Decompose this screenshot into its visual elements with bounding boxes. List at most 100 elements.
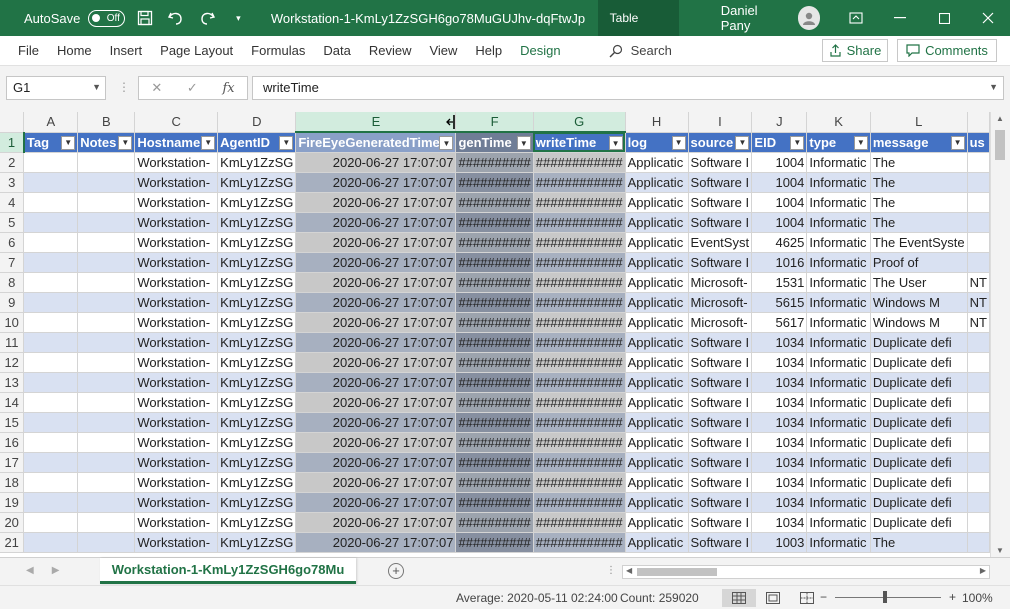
cell-notes[interactable] xyxy=(77,332,136,353)
cell-eid[interactable]: 1034 xyxy=(751,392,808,413)
row-header[interactable]: 18 xyxy=(0,472,25,493)
horizontal-scrollbar[interactable]: ◀ ▶ xyxy=(622,565,990,579)
cell-writetime[interactable]: ############ xyxy=(533,192,626,213)
filter-dropdown-icon[interactable]: ▼ xyxy=(516,136,531,150)
cell-agentid[interactable]: KmLy1ZzSG xyxy=(217,512,297,533)
normal-view-icon[interactable] xyxy=(722,589,756,607)
cell-type[interactable]: Informatic xyxy=(806,172,871,193)
cell-tag[interactable] xyxy=(23,252,79,273)
cell-hostname[interactable]: Workstation- xyxy=(134,452,219,473)
cell-fireeye-generated-time[interactable]: 2020-06-27 17:07:07 xyxy=(295,332,457,353)
cell-type[interactable]: Informatic xyxy=(806,532,871,553)
cell-message[interactable]: The xyxy=(870,192,968,213)
cell-fireeye-generated-time[interactable]: 2020-06-27 17:07:07 xyxy=(295,432,457,453)
cell-tag[interactable] xyxy=(23,492,79,513)
cell-source[interactable]: Software I xyxy=(688,512,753,533)
cell-eid[interactable]: 5615 xyxy=(751,292,808,313)
cell-eid[interactable]: 1034 xyxy=(751,452,808,473)
cell-fireeye-generated-time[interactable]: 2020-06-27 17:07:07 xyxy=(295,212,457,233)
filter-dropdown-icon[interactable]: ▼ xyxy=(735,135,750,150)
cell-agentid[interactable]: KmLy1ZzSG xyxy=(217,312,297,333)
cell-eid[interactable]: 1034 xyxy=(751,512,808,533)
cell-source[interactable]: Software I xyxy=(688,352,753,373)
cell-type[interactable]: Informatic xyxy=(806,292,871,313)
table-header-cell[interactable]: log ▼ xyxy=(625,132,689,153)
cell-user[interactable] xyxy=(967,532,990,553)
cell-log[interactable]: Applicatic xyxy=(625,292,689,313)
cell-eid[interactable]: 1004 xyxy=(751,152,808,173)
cell-message[interactable]: Duplicate defi xyxy=(870,392,968,413)
cell-writetime[interactable]: ############ xyxy=(533,252,626,273)
expand-formula-bar-icon[interactable]: ▼ xyxy=(989,82,998,92)
cell-user[interactable] xyxy=(967,512,990,533)
cell-gentime[interactable]: ########## xyxy=(455,272,534,293)
cell-tag[interactable] xyxy=(23,152,79,173)
cell-message[interactable]: Duplicate defi xyxy=(870,352,968,373)
filter-dropdown-icon[interactable]: ▼ xyxy=(279,135,294,150)
cell-source[interactable]: Microsoft- xyxy=(688,272,753,293)
undo-icon[interactable] xyxy=(166,7,187,29)
cell-agentid[interactable]: KmLy1ZzSG xyxy=(217,172,297,193)
cell-gentime[interactable]: ########## xyxy=(455,232,534,253)
cell-type[interactable]: Informatic xyxy=(806,412,871,433)
cell-gentime[interactable]: ########## xyxy=(455,452,534,473)
cell-source[interactable]: Software I xyxy=(688,332,753,353)
vertical-scrollbar[interactable]: ▲ ▼ xyxy=(990,112,1010,557)
cell-log[interactable]: Applicatic xyxy=(625,152,689,173)
cell-writetime[interactable]: ############ xyxy=(533,312,626,333)
cell-type[interactable]: Informatic xyxy=(806,152,871,173)
cell-type[interactable]: Informatic xyxy=(806,392,871,413)
more-options-icon[interactable]: ⋮ xyxy=(118,80,130,94)
cell-source[interactable]: Software I xyxy=(688,152,753,173)
cell-tag[interactable] xyxy=(23,272,79,293)
row-header[interactable]: 1 xyxy=(0,132,25,153)
cell-hostname[interactable]: Workstation- xyxy=(134,192,219,213)
cell-user[interactable]: NT xyxy=(967,312,990,333)
cell-tag[interactable] xyxy=(23,392,79,413)
cell-type[interactable]: Informatic xyxy=(806,492,871,513)
cell-notes[interactable] xyxy=(77,392,136,413)
cell-type[interactable]: Informatic xyxy=(806,432,871,453)
share-button[interactable]: Share xyxy=(822,39,888,62)
cell-user[interactable] xyxy=(967,412,990,433)
row-header[interactable]: 10 xyxy=(0,312,25,333)
table-header-cell[interactable]: genTime ▼ xyxy=(455,132,534,153)
cell-tag[interactable] xyxy=(23,212,79,233)
cell-tag[interactable] xyxy=(23,412,79,433)
page-break-view-icon[interactable] xyxy=(790,589,824,607)
cell-hostname[interactable]: Workstation- xyxy=(134,392,219,413)
cell-type[interactable]: Informatic xyxy=(806,232,871,253)
cell-user[interactable] xyxy=(967,332,990,353)
cell-type[interactable]: Informatic xyxy=(806,452,871,473)
cell-writetime[interactable]: ############ xyxy=(533,152,626,173)
row-header[interactable]: 5 xyxy=(0,212,25,233)
cell-type[interactable]: Informatic xyxy=(806,272,871,293)
cell-hostname[interactable]: Workstation- xyxy=(134,172,219,193)
cell-notes[interactable] xyxy=(77,492,136,513)
cell-tag[interactable] xyxy=(23,292,79,313)
cell-hostname[interactable]: Workstation- xyxy=(134,212,219,233)
cell-hostname[interactable]: Workstation- xyxy=(134,152,219,173)
cell-hostname[interactable]: Workstation- xyxy=(134,472,219,493)
cell-hostname[interactable]: Workstation- xyxy=(134,372,219,393)
cell-user[interactable] xyxy=(967,352,990,373)
cell-eid[interactable]: 4625 xyxy=(751,232,808,253)
cell-log[interactable]: Applicatic xyxy=(625,252,689,273)
cell-gentime[interactable]: ########## xyxy=(455,332,534,353)
filter-dropdown-icon[interactable]: ▼ xyxy=(853,135,868,150)
cell-message[interactable]: Duplicate defi xyxy=(870,472,968,493)
cell-fireeye-generated-time[interactable]: 2020-06-27 17:07:07 xyxy=(295,512,457,533)
cell-message[interactable]: The xyxy=(870,532,968,553)
cell-hostname[interactable]: Workstation- xyxy=(134,332,219,353)
column-header-k[interactable]: K xyxy=(806,112,871,133)
cell-log[interactable]: Applicatic xyxy=(625,172,689,193)
cell-eid[interactable]: 1034 xyxy=(751,332,808,353)
cell-source[interactable]: Software I xyxy=(688,212,753,233)
cell-fireeye-generated-time[interactable]: 2020-06-27 17:07:07 xyxy=(295,412,457,433)
cell-user[interactable] xyxy=(967,492,990,513)
cell-fireeye-generated-time[interactable]: 2020-06-27 17:07:07 xyxy=(295,172,457,193)
cell-writetime[interactable]: ############ xyxy=(533,452,626,473)
cell-type[interactable]: Informatic xyxy=(806,512,871,533)
cell-gentime[interactable]: ########## xyxy=(455,212,534,233)
tab-page-layout[interactable]: Page Layout xyxy=(160,43,251,58)
